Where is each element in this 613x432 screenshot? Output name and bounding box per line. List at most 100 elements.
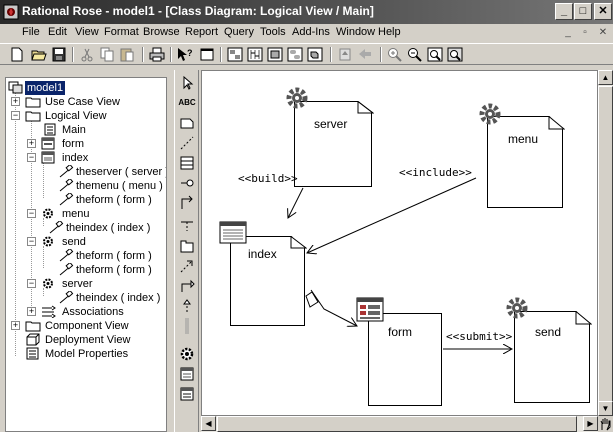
collapse-icon[interactable]: − [11,111,20,120]
menu-help[interactable]: Help [378,26,401,38]
browse-parent-icon[interactable] [336,46,354,63]
expand-icon[interactable]: + [27,139,36,148]
menu-query[interactable]: Query [224,26,254,38]
association-icon [58,165,74,178]
association-class-icon[interactable] [178,218,196,234]
tree-node-form[interactable]: + form [27,137,162,151]
collapse-icon[interactable]: − [27,237,36,246]
vertical-scroll-thumb[interactable] [598,86,613,406]
tree-node-menu[interactable]: − menu [27,207,162,221]
interface-icon[interactable] [178,175,196,191]
tree-node-associations[interactable]: + Associations [27,305,162,319]
note-icon[interactable] [178,115,196,131]
build-relation[interactable] [288,187,304,218]
expand-icon[interactable]: + [27,307,36,316]
tree-node-model-properties[interactable]: Model Properties [25,347,165,361]
tree-node-association[interactable]: theform ( form ) [58,263,162,277]
generalization-icon[interactable] [178,278,196,294]
scroll-right-icon[interactable]: ▶ [583,416,598,431]
scroll-down-icon[interactable]: ▼ [598,401,613,416]
client-page-icon[interactable] [178,366,196,382]
horizontal-scroll-thumb[interactable] [217,416,577,432]
doc-restore-icon[interactable]: ▫ [578,27,592,40]
realize-icon[interactable] [178,298,196,314]
tree-label: theform ( form ) [76,264,152,276]
aggregation-diamond [305,291,319,308]
tree-node-use-case-view[interactable]: + Use Case View [11,95,161,109]
collapse-icon[interactable]: − [27,153,36,162]
collapse-icon[interactable]: − [27,209,36,218]
expand-icon[interactable]: + [11,321,20,330]
tree-node-association[interactable]: theindex ( index ) [58,291,162,305]
browse-deployment-diagram-icon[interactable] [306,46,324,63]
paste-icon[interactable] [118,46,136,63]
view-doc-icon[interactable] [198,46,216,63]
tree-node-component-view[interactable]: + Component View [11,319,161,333]
tree-node-index[interactable]: − index [27,151,162,165]
menu-window[interactable]: Window [336,26,375,38]
tree-node-association[interactable]: theform ( form ) [58,249,162,263]
index-form-relation[interactable] [310,289,357,326]
rose-app-icon[interactable] [3,4,19,20]
menu-view[interactable]: View [75,26,99,38]
maximize-button[interactable]: □ [574,3,592,20]
zoom-out-icon[interactable] [406,46,424,63]
scroll-up-icon[interactable]: ▲ [598,70,613,85]
open-folder-icon[interactable] [30,46,48,63]
menu-tools[interactable]: Tools [260,26,286,38]
zoom-in-icon[interactable] [386,46,404,63]
include-relation[interactable] [307,177,477,253]
tree-label: model1 [25,81,66,95]
browse-previous-icon[interactable] [356,46,374,63]
undo-fit-in-window-icon[interactable] [446,46,464,63]
menu-format[interactable]: Format [104,26,139,38]
class-icon[interactable] [178,155,196,171]
vertical-scrollbar[interactable]: ▲ ▼ [598,70,613,416]
minimize-button[interactable]: _ [555,3,573,20]
server-page-icon[interactable] [178,346,196,362]
doc-close-icon[interactable]: ✕ [596,27,610,40]
package-icon[interactable] [178,238,196,254]
menu-report[interactable]: Report [185,26,218,38]
tree-node-server[interactable]: − server [27,277,162,291]
tree-node-main-diagram[interactable]: Main [42,123,162,137]
tree-node-association[interactable]: theserver ( server ) [58,165,166,179]
model-browser-tree[interactable]: model1 + Use Case View − Logical View Ma… [5,77,167,432]
browse-component-diagram-icon[interactable] [266,46,284,63]
scroll-left-icon[interactable]: ◀ [201,416,216,431]
menu-add-ins[interactable]: Add-Ins [292,26,330,38]
tree-node-association[interactable]: themenu ( menu ) [58,179,163,193]
menu-edit[interactable]: Edit [48,26,67,38]
cut-icon[interactable] [78,46,96,63]
text-tool[interactable]: ABC [178,95,196,111]
html-form-icon[interactable] [178,386,196,402]
doc-minimize-icon[interactable]: _ [561,27,575,40]
copy-icon[interactable] [98,46,116,63]
folder-icon [25,319,41,332]
dependency-icon[interactable] [178,258,196,274]
print-icon[interactable] [148,46,166,63]
scroll-corner-hand-icon[interactable] [598,416,613,432]
tree-node-logical-view[interactable]: − Logical View [11,109,161,123]
tree-node-send[interactable]: − send [27,235,162,249]
fit-in-window-icon[interactable] [426,46,444,63]
context-help-icon[interactable]: ? [176,46,194,63]
new-file-icon[interactable] [8,46,26,63]
browse-interaction-diagram-icon[interactable] [246,46,264,63]
tree-node-association[interactable]: theindex ( index ) [48,221,162,235]
anchor-note-icon[interactable] [178,135,196,151]
unidirectional-association-icon[interactable] [178,195,196,211]
browse-state-diagram-icon[interactable] [286,46,304,63]
expand-icon[interactable]: + [11,97,20,106]
save-icon[interactable] [50,46,68,63]
class-diagram-canvas[interactable]: server menu index form send <<build>> <<… [201,70,598,416]
browse-class-diagram-icon[interactable] [226,46,244,63]
horizontal-scrollbar[interactable]: ◀ ▶ [201,416,598,432]
tree-node-deployment-view[interactable]: Deployment View [25,333,165,347]
tree-node-association[interactable]: theform ( form ) [58,193,162,207]
collapse-icon[interactable]: − [27,279,36,288]
selection-arrow-icon[interactable] [178,75,196,91]
menu-browse[interactable]: Browse [143,26,180,38]
close-button[interactable]: ✕ [594,3,612,20]
menu-file[interactable]: File [22,26,40,38]
